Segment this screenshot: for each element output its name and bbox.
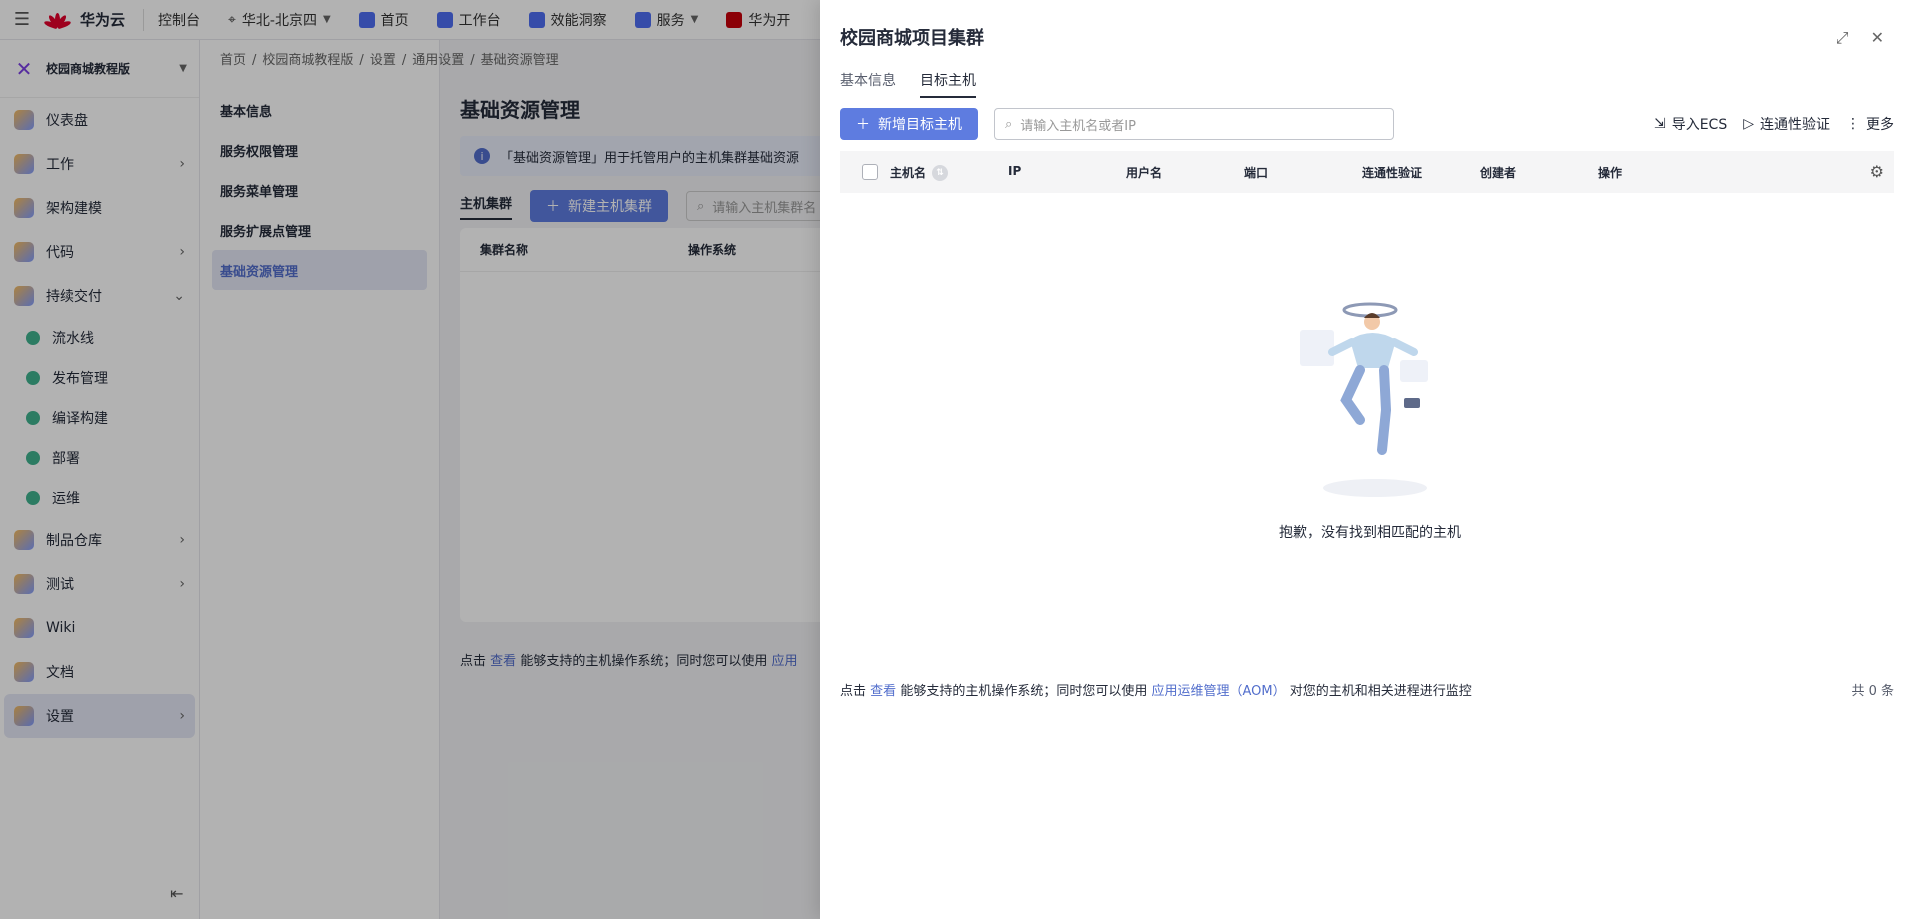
connectivity-check-label: 连通性验证 <box>1760 117 1830 133</box>
col-creator: 创建者 <box>1480 166 1517 180</box>
empty-illustration <box>1290 300 1450 500</box>
drawer-toolbar: ＋ 新增目标主机 ⌕ 请输入主机名或者IP ⇲ 导入ECS ▷ 连通性验证 ⋮ 更多 <box>840 108 1894 140</box>
dfoot-text-c: 对您的主机和相关进程进行监控 <box>1289 684 1472 699</box>
gear-icon[interactable]: ⚙ <box>1870 162 1884 181</box>
dfoot-view-link[interactable]: 查看 <box>870 680 896 699</box>
more-button[interactable]: ⋮ 更多 <box>1846 114 1894 134</box>
more-label: 更多 <box>1866 117 1894 133</box>
sort-icon[interactable]: ⇅ <box>932 164 949 181</box>
drawer-footnote: 点击 查看 能够支持的主机操作系统；同时您可以使用 应用运维管理（AOM） 对您… <box>840 680 1894 699</box>
col-username: 用户名 <box>1126 166 1163 180</box>
col-connectivity: 连通性验证 <box>1362 166 1423 180</box>
search-icon: ⌕ <box>1005 116 1013 132</box>
host-table-header: 主机名 ⇅ IP 用户名 端口 连通性验证 创建者 操作 ⚙ <box>840 151 1894 193</box>
host-search-input[interactable]: ⌕ 请输入主机名或者IP <box>994 108 1394 140</box>
select-all-checkbox[interactable] <box>862 164 878 180</box>
empty-message: 抱歉，没有找到相匹配的主机 <box>1279 525 1461 541</box>
import-ecs-button[interactable]: ⇲ 导入ECS <box>1654 114 1727 134</box>
close-icon[interactable]: ✕ <box>1871 28 1884 48</box>
connectivity-check-button[interactable]: ▷ 连通性验证 <box>1743 114 1830 134</box>
expand-icon[interactable]: ⤢ <box>1836 28 1849 48</box>
col-ip: IP <box>1008 164 1022 178</box>
add-target-host-label: 新增目标主机 <box>878 117 962 133</box>
empty-person-illustration <box>1300 302 1428 497</box>
import-icon: ⇲ <box>1653 116 1666 132</box>
col-hostname: 主机名 ⇅ <box>890 164 949 181</box>
col-actions: 操作 <box>1598 166 1623 180</box>
more-vertical-icon: ⋮ <box>1846 116 1860 132</box>
play-icon: ▷ <box>1743 116 1754 132</box>
dfoot-aom-link[interactable]: 应用运维管理（AOM） <box>1151 680 1285 699</box>
drawer-title: 校园商城项目集群 <box>840 28 984 49</box>
col-hostname-label: 主机名 <box>890 166 927 180</box>
total-count: 共 0 条 <box>1851 684 1894 699</box>
add-target-host-button[interactable]: ＋ 新增目标主机 <box>840 108 978 140</box>
drawer-tabs: 基本信息 目标主机 <box>840 70 976 98</box>
tab-target-hosts[interactable]: 目标主机 <box>920 70 976 98</box>
empty-state: 抱歉，没有找到相匹配的主机 <box>820 300 1920 542</box>
import-ecs-label: 导入ECS <box>1671 117 1728 133</box>
drawer-actions: ⇲ 导入ECS ▷ 连通性验证 ⋮ 更多 <box>1654 114 1894 134</box>
dfoot-text-b: 能够支持的主机操作系统；同时您可以使用 <box>900 684 1148 699</box>
drawer-tools: ⤢ ✕ <box>1836 28 1884 48</box>
plus-icon: ＋ <box>856 117 870 133</box>
host-search-placeholder: 请输入主机名或者IP <box>1020 118 1136 134</box>
cluster-drawer: 校园商城项目集群 ⤢ ✕ 基本信息 目标主机 ＋ 新增目标主机 ⌕ 请输入主机名或者… <box>820 0 1920 919</box>
col-port: 端口 <box>1244 166 1269 180</box>
tab-basic-info[interactable]: 基本信息 <box>840 70 896 98</box>
dfoot-text-a: 点击 <box>840 684 867 699</box>
